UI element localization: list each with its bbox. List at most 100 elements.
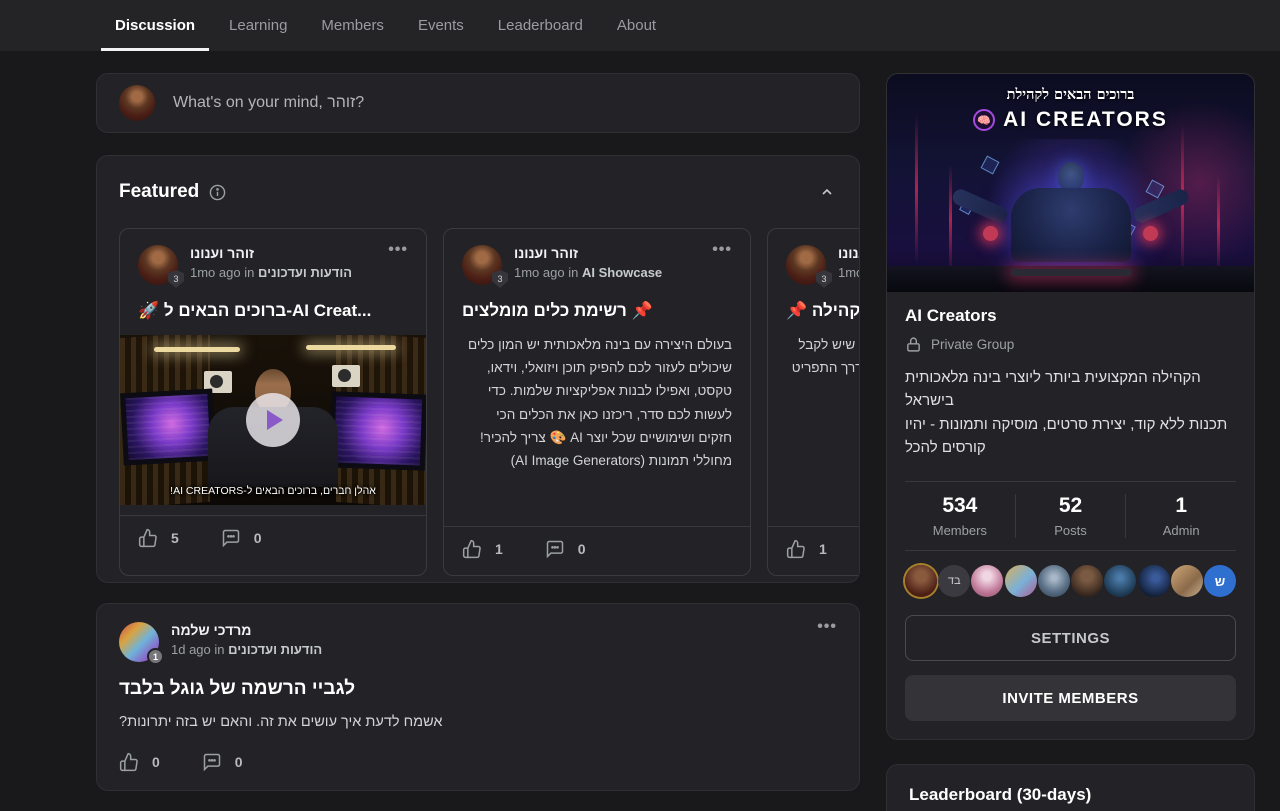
comment-button[interactable]: 0 <box>202 752 243 772</box>
featured-post-welcome[interactable]: 3 זוהר וענונו 1mo ago in הודעות ועדכונים… <box>119 228 427 576</box>
tab-leaderboard[interactable]: Leaderboard <box>484 0 597 51</box>
level-badge: 3 <box>816 270 832 288</box>
post-title[interactable]: 🚀 ברוכים הבאים ל-AI Creat... <box>138 301 408 321</box>
avatar[interactable]: 3 <box>138 245 178 285</box>
post-title[interactable]: רשימת כלים מומלצים 📌 <box>462 301 732 321</box>
studio-light <box>154 347 240 352</box>
tab-about[interactable]: About <box>603 0 670 51</box>
featured-post-tools[interactable]: 3 זוהר וענונו 1mo ago in AI Showcase •••… <box>443 228 751 576</box>
group-info-card: ברוכים הבאים לקהילת 🧠 AI CREATORS AI Cre… <box>886 73 1255 740</box>
in-word: in <box>244 265 254 280</box>
like-button[interactable]: 5 <box>138 528 179 548</box>
comment-icon <box>202 752 222 772</box>
post-author[interactable]: זוהר וענונו <box>838 245 860 261</box>
member-avatar-initials[interactable]: בד <box>938 565 970 597</box>
post-time: 1mo ago <box>514 265 565 280</box>
post-body: אשמח לדעת איך עושים את זה. והאם יש בזה י… <box>119 714 837 730</box>
post-author[interactable]: זוהר וענונו <box>190 245 352 261</box>
comment-count: 0 <box>578 541 586 557</box>
post-composer[interactable]: What's on your mind, זוהר? <box>96 73 860 133</box>
comment-button[interactable]: 0 <box>221 528 262 548</box>
post-meta: 1d ago in הודעות ועדכונים <box>171 642 322 657</box>
feed-post[interactable]: 1 מרדכי שלמה 1d ago in הודעות ועדכונים •… <box>96 603 860 791</box>
post-meta: 1mo ago in הודעות ועדכונים <box>190 265 352 280</box>
like-button[interactable]: 1 <box>786 539 827 559</box>
stat-admins[interactable]: 1 Admin <box>1125 494 1236 538</box>
stat-members[interactable]: 534 Members <box>905 494 1015 538</box>
post-title[interactable]: לגביי הרשמה של גוגל בלבד <box>119 678 837 700</box>
banner-keyboard <box>1011 269 1131 276</box>
post-meta: 1mo ago in <box>838 265 860 280</box>
level-badge: 3 <box>168 270 184 288</box>
community-nav: Discussion Learning Members Events Leade… <box>101 0 1280 51</box>
post-time: 1d ago <box>171 642 211 657</box>
like-count: 1 <box>495 541 503 557</box>
stat-label: Members <box>905 523 1015 538</box>
avatar[interactable]: 3 <box>462 245 502 285</box>
comment-icon <box>545 539 565 559</box>
member-avatar[interactable] <box>1104 565 1136 597</box>
comment-count: 0 <box>235 754 243 770</box>
member-avatar[interactable] <box>905 565 937 597</box>
member-avatar[interactable] <box>1071 565 1103 597</box>
tab-events[interactable]: Events <box>404 0 478 51</box>
stat-posts[interactable]: 52 Posts <box>1015 494 1126 538</box>
in-word: in <box>568 265 578 280</box>
post-time: 1mo ago <box>190 265 241 280</box>
thumbs-up-icon <box>119 752 139 772</box>
group-description: הקהילה המקצועית ביותר ליוצרי בינה מלאכות… <box>905 366 1236 459</box>
level-badge: 1 <box>147 648 164 665</box>
invite-members-button[interactable]: INVITE MEMBERS <box>905 675 1236 721</box>
ellipsis-menu-icon[interactable]: ••• <box>388 245 408 255</box>
post-category[interactable]: הודעות ועדכונים <box>228 642 322 657</box>
comment-icon <box>221 528 241 548</box>
like-count: 5 <box>171 530 179 546</box>
member-avatars-row: בד ש <box>905 565 1236 597</box>
post-category[interactable]: הודעות ועדכונים <box>258 265 352 280</box>
avatar[interactable]: 1 <box>119 622 159 662</box>
stat-value: 1 <box>1126 494 1236 518</box>
thumbs-up-icon <box>462 539 482 559</box>
member-avatar[interactable] <box>1038 565 1070 597</box>
video-thumbnail[interactable]: אהלן חברים, ברוכים הבאים ל-AI CREATORS! <box>120 335 426 505</box>
comment-button[interactable]: 0 <box>545 539 586 559</box>
composer-prompt[interactable]: What's on your mind, זוהר? <box>173 94 364 112</box>
top-navigation-bar: Discussion Learning Members Events Leade… <box>0 0 1280 51</box>
tab-members[interactable]: Members <box>307 0 398 51</box>
post-title[interactable]: 📌 חוקי הקהילה <box>786 301 860 321</box>
like-count: 1 <box>819 541 827 557</box>
thumbs-up-icon <box>138 528 158 548</box>
leaderboard-card[interactable]: Leaderboard (30-days) <box>886 764 1255 811</box>
ellipsis-menu-icon[interactable]: ••• <box>712 245 732 255</box>
member-avatar[interactable] <box>1171 565 1203 597</box>
avatar[interactable]: 3 <box>786 245 826 285</box>
featured-title: Featured <box>119 181 199 203</box>
chevron-up-icon[interactable] <box>819 184 835 200</box>
member-avatar[interactable] <box>1005 565 1037 597</box>
level-badge: 3 <box>492 270 508 288</box>
tab-learning[interactable]: Learning <box>215 0 301 51</box>
play-button[interactable] <box>246 393 300 447</box>
settings-button[interactable]: SETTINGS <box>905 615 1236 661</box>
brain-icon: 🧠 <box>973 109 995 131</box>
like-button[interactable]: 1 <box>462 539 503 559</box>
banner-brand-text: AI CREATORS <box>1003 108 1168 132</box>
post-author[interactable]: זוהר וענונו <box>514 245 662 261</box>
speaker <box>332 365 360 387</box>
comment-count: 0 <box>254 530 262 546</box>
post-author[interactable]: מרדכי שלמה <box>171 622 322 638</box>
member-avatar[interactable] <box>1138 565 1170 597</box>
member-avatar-initials[interactable]: ש <box>1204 565 1236 597</box>
info-icon[interactable] <box>209 184 226 201</box>
featured-section: Featured 3 זוהר וענונו 1mo ago <box>96 155 860 583</box>
privacy-label: Private Group <box>931 337 1014 352</box>
tab-discussion[interactable]: Discussion <box>101 0 209 51</box>
like-button[interactable]: 0 <box>119 752 160 772</box>
lock-icon <box>905 336 922 353</box>
member-avatar[interactable] <box>971 565 1003 597</box>
ellipsis-menu-icon[interactable]: ••• <box>817 622 837 632</box>
featured-post-rules[interactable]: 3 זוהר וענונו 1mo ago in ••• 📌 חוקי הקהי… <box>767 228 860 576</box>
post-category[interactable]: AI Showcase <box>582 265 662 280</box>
monitor-left <box>120 389 216 466</box>
monitor-right <box>329 391 426 470</box>
